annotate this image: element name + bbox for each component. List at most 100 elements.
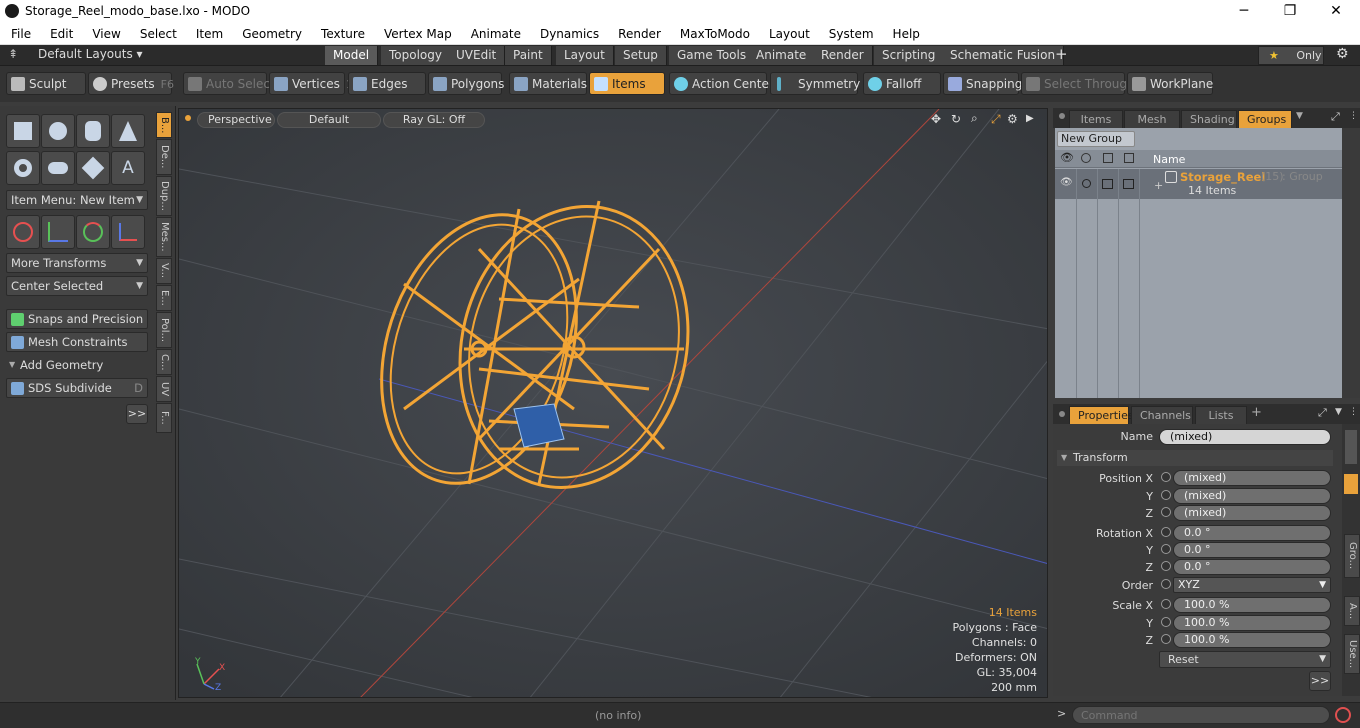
name-field[interactable]: (mixed) xyxy=(1159,429,1331,445)
item-menu-dropdown[interactable]: Item Menu: New Item ▼ xyxy=(6,190,148,210)
tab-topology[interactable]: Topology xyxy=(381,46,451,65)
new-group-button[interactable]: New Group xyxy=(1057,131,1135,147)
vtab-uv[interactable]: UV xyxy=(156,376,172,402)
menu-vertex-map[interactable]: Vertex Map xyxy=(373,27,460,41)
more-tools-button[interactable]: >> xyxy=(126,404,148,424)
menu-maxtomodo[interactable]: MaxToModo xyxy=(669,27,758,41)
menu-geometry[interactable]: Geometry xyxy=(231,27,310,41)
menu-dynamics[interactable]: Dynamics xyxy=(529,27,607,41)
more-properties-button[interactable]: >> xyxy=(1309,671,1331,691)
vtab-duplicate[interactable]: Dup... xyxy=(156,176,172,216)
lock-toggle-icon[interactable] xyxy=(1102,179,1113,189)
workplane-button[interactable]: WorkPlane xyxy=(1127,72,1213,95)
select-toggle-icon[interactable] xyxy=(1123,179,1134,189)
mesh-constraints-button[interactable]: Mesh Constraints xyxy=(6,332,148,352)
items-button[interactable]: Items xyxy=(589,72,665,95)
record-macro-icon[interactable] xyxy=(1335,707,1351,723)
scale-x-field[interactable]: 100.0 % xyxy=(1173,597,1331,613)
pan-icon[interactable]: ✥ xyxy=(931,112,941,126)
panel-menu-dot-icon[interactable] xyxy=(1059,113,1065,119)
vtab-mesh[interactable]: Mes... xyxy=(156,217,172,257)
command-input[interactable] xyxy=(1072,706,1330,724)
menu-layout[interactable]: Layout xyxy=(758,27,818,41)
sculpt-button[interactable]: Sculpt xyxy=(6,72,86,95)
scale-y-field[interactable]: 100.0 % xyxy=(1173,615,1331,631)
menu-system[interactable]: System xyxy=(818,27,882,41)
falloff-button[interactable]: Falloff xyxy=(863,72,941,95)
vtab-basic[interactable]: B... xyxy=(156,112,172,138)
tab-mesh[interactable]: Mesh ... xyxy=(1124,110,1180,143)
transform-tool-button[interactable] xyxy=(41,215,75,249)
lock-column-icon[interactable] xyxy=(1103,153,1113,163)
torus-primitive-button[interactable] xyxy=(6,151,40,185)
orbit-icon[interactable]: ↻ xyxy=(951,112,961,126)
tab-groups[interactable]: Groups xyxy=(1238,110,1292,128)
auto-select-button[interactable]: Auto Select xyxy=(183,72,275,95)
tab-model[interactable]: Model xyxy=(325,46,379,65)
add-tab-button[interactable]: + xyxy=(1251,405,1262,420)
collapse-panel-icon[interactable]: ▼ xyxy=(1335,407,1342,417)
vtab-active-marker[interactable] xyxy=(1344,474,1358,494)
polygons-button[interactable]: Polygons xyxy=(428,72,504,95)
rotation-y-keyframe-icon[interactable] xyxy=(1161,544,1171,554)
vtab-assembly[interactable]: A... xyxy=(1344,596,1360,626)
vtab-polygon[interactable]: Pol... xyxy=(156,312,172,348)
menu-help[interactable]: Help xyxy=(882,27,928,41)
vtab-scroll[interactable] xyxy=(1345,430,1357,464)
expand-panel-icon[interactable]: ⤢ xyxy=(1331,110,1340,124)
rotation-x-keyframe-icon[interactable] xyxy=(1161,527,1171,537)
menu-item[interactable]: Item xyxy=(185,27,231,41)
tab-shading[interactable]: Shading xyxy=(1181,110,1237,128)
tab-render[interactable]: Render xyxy=(813,46,873,65)
rotation-y-field[interactable]: 0.0 ° xyxy=(1173,542,1331,558)
tab-channels[interactable]: Channels xyxy=(1131,406,1193,424)
tab-lists[interactable]: Lists xyxy=(1195,406,1247,424)
raygl-dropdown[interactable]: Ray GL: Off xyxy=(383,112,485,128)
only-toggle[interactable]: ★ Only xyxy=(1258,46,1324,65)
sphere-primitive-button[interactable] xyxy=(41,114,75,148)
minimize-button[interactable]: ─ xyxy=(1221,0,1267,23)
rotation-z-keyframe-icon[interactable] xyxy=(1161,561,1171,571)
capsule-primitive-button[interactable] xyxy=(41,151,75,185)
default-layouts-dropdown[interactable]: Default Layouts ▾ xyxy=(38,47,143,61)
snaps-precision-button[interactable]: Snaps and Precision xyxy=(6,309,148,329)
render-toggle-icon[interactable] xyxy=(1082,179,1091,188)
presets-button[interactable]: Presets F6 xyxy=(88,72,174,95)
materials-button[interactable]: Materials xyxy=(509,72,587,95)
tab-properties[interactable]: Properties xyxy=(1069,406,1134,424)
cube-primitive-button[interactable] xyxy=(6,114,40,148)
expand-arrow-icon[interactable]: ▶ xyxy=(1026,113,1034,124)
scale-x-keyframe-icon[interactable] xyxy=(1161,599,1171,609)
position-x-field[interactable]: (mixed) xyxy=(1173,470,1331,486)
scale-tool-button[interactable] xyxy=(111,215,145,249)
menu-select[interactable]: Select xyxy=(129,27,185,41)
shading-dropdown[interactable]: Default xyxy=(277,112,381,128)
position-z-keyframe-icon[interactable] xyxy=(1161,507,1171,517)
tabs-dropdown-icon[interactable]: ▼ xyxy=(1296,111,1303,121)
close-button[interactable]: ✕ xyxy=(1313,0,1359,23)
position-z-field[interactable]: (mixed) xyxy=(1173,505,1331,521)
tab-uvedit[interactable]: UVEdit xyxy=(448,46,506,65)
rotation-z-field[interactable]: 0.0 ° xyxy=(1173,559,1331,575)
expand-panel-icon[interactable]: ⤢ xyxy=(1318,406,1327,420)
snapping-button[interactable]: Snapping xyxy=(943,72,1022,95)
center-selected-dropdown[interactable]: Center Selected ▼ xyxy=(6,276,148,296)
symmetry-button[interactable]: Symmetry xyxy=(770,72,860,95)
cylinder-primitive-button[interactable] xyxy=(76,114,110,148)
add-tab-button[interactable]: + xyxy=(1055,45,1068,63)
maximize-button[interactable]: ❐ xyxy=(1267,0,1313,23)
position-x-keyframe-icon[interactable] xyxy=(1161,472,1171,482)
cone-primitive-button[interactable] xyxy=(111,114,145,148)
vtab-groups[interactable]: Gro... xyxy=(1344,534,1360,578)
vtab-user[interactable]: Use... xyxy=(1344,634,1360,674)
position-y-field[interactable]: (mixed) xyxy=(1173,488,1331,504)
panel-options-icon[interactable]: ⋮ xyxy=(1349,111,1358,121)
edges-button[interactable]: Edges2 xyxy=(348,72,436,95)
viewport-settings-icon[interactable]: ⚙ xyxy=(1007,112,1018,126)
viewport-scene[interactable] xyxy=(179,109,1048,698)
menu-texture[interactable]: Texture xyxy=(310,27,373,41)
tab-schematic-fusion[interactable]: Schematic Fusion xyxy=(942,46,1065,65)
render-column-icon[interactable] xyxy=(1081,153,1091,163)
vertices-button[interactable]: Vertices1 xyxy=(269,72,353,95)
pen-tool-button[interactable] xyxy=(76,151,110,185)
